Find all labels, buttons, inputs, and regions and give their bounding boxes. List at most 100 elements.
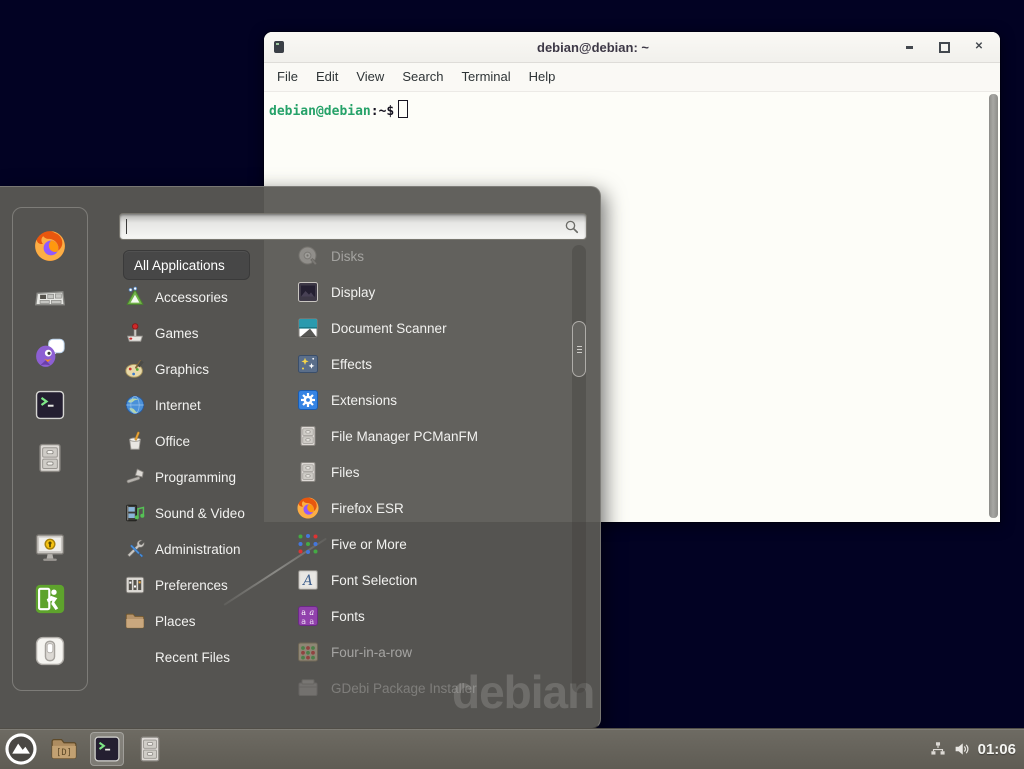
application-menu: debian All Applications AccessoriesGames… [0,186,601,729]
minimize-button[interactable] [902,40,916,54]
logout-icon [33,582,67,616]
firefox-icon [33,229,67,263]
accessories-icon [124,286,146,308]
taskbar-file-manager-pcmanfm-button[interactable]: [D] [47,732,81,766]
sidebar-shutdown-button[interactable] [33,634,67,668]
pidgin-icon [33,335,67,369]
category-internet[interactable]: Internet [118,387,280,423]
sidebar-log-out-button[interactable] [33,582,67,616]
taskbar-applications-menu-button[interactable] [4,732,38,766]
window-controls: ✕ [902,40,986,54]
taskbar-terminal-button[interactable] [90,732,124,766]
app-label: Files [331,465,360,480]
file-cabinet-icon [135,734,165,764]
sidebar-file-manager-button[interactable] [33,441,67,475]
administration-icon [124,538,146,560]
search-input[interactable] [120,215,563,238]
app-label: Document Scanner [331,321,447,336]
display-icon [296,280,320,304]
sidebar-pidgin-button[interactable] [33,335,67,369]
maximize-icon [939,42,950,53]
close-button[interactable]: ✕ [972,40,986,54]
category-label: Sound & Video [155,506,245,521]
app-extensions[interactable]: Extensions [288,382,568,418]
document-scanner-icon [296,316,320,340]
terminal-app-icon [92,734,122,764]
terminal-menu-edit[interactable]: Edit [307,63,347,91]
svg-text:A: A [301,573,313,589]
four-in-a-row-icon [296,640,320,664]
taskbar: [D] 01:06 [0,728,1024,769]
svg-text:a: a [301,617,306,626]
category-label: Internet [155,398,201,413]
terminal-titlebar[interactable]: debian@debian: ~ ✕ [264,32,1000,63]
app-fonts[interactable]: aaaaFonts [288,598,568,634]
extensions-icon [296,388,320,412]
category-office[interactable]: Office [118,423,280,459]
category-label: Programming [155,470,236,485]
maximize-button[interactable] [937,40,951,54]
sidebar-firefox-button[interactable] [33,229,67,263]
app-gdebi-package-installer[interactable]: GDebi Package Installer [288,670,568,705]
disks-icon [296,244,320,268]
category-programming[interactable]: Programming [118,459,280,495]
app-label: Effects [331,357,372,372]
app-disks[interactable]: Disks [288,238,568,274]
close-icon: ✕ [975,42,983,52]
taskbar-files-button[interactable] [133,732,167,766]
category-label: Places [155,614,196,629]
category-preferences[interactable]: Preferences [118,567,280,603]
app-label: Font Selection [331,573,417,588]
app-document-scanner[interactable]: Document Scanner [288,310,568,346]
category-recent-files[interactable]: Recent Files [118,639,280,675]
office-icon [124,430,146,452]
category-label: Games [155,326,199,341]
sidebar-terminal-button[interactable] [33,388,67,422]
terminal-scrollbar[interactable] [989,94,998,518]
app-effects[interactable]: Effects [288,346,568,382]
terminal-menu-help[interactable]: Help [520,63,565,91]
app-font-selection[interactable]: A Font Selection [288,562,568,598]
category-graphics[interactable]: Graphics [118,351,280,387]
app-label: File Manager PCManFM [331,429,478,444]
search-bar[interactable] [119,213,587,240]
minimize-icon [906,46,913,49]
sidebar-main-menu-editor-button[interactable] [33,282,67,316]
app-list-scrollbar[interactable] [572,245,586,693]
terminal-menu-terminal[interactable]: Terminal [453,63,520,91]
category-label: Graphics [155,362,209,377]
app-five-or-more[interactable]: Five or More [288,526,568,562]
app-label: Five or More [331,537,407,552]
app-files[interactable]: Files [288,454,568,490]
terminal-app-icon [33,388,67,422]
category-places[interactable]: Places [118,603,280,639]
svg-text:a: a [309,608,314,617]
prompt-suffix: :~$ [371,104,394,119]
taskbar-folder-icon: [D] [49,734,79,764]
file-cabinet-icon [33,441,67,475]
all-applications-button[interactable]: All Applications [123,250,250,280]
app-four-in-a-row[interactable]: Four-in-a-row [288,634,568,670]
app-display[interactable]: Display [288,274,568,310]
app-list-scrollbar-thumb[interactable] [572,321,586,377]
app-file-manager-pcmanfm[interactable]: File Manager PCManFM [288,418,568,454]
sidebar-lock-screen-button[interactable] [33,530,67,564]
taskbar-clock[interactable]: 01:06 [978,741,1016,758]
tray-network-icon[interactable] [929,740,947,758]
category-accessories[interactable]: Accessories [118,279,280,315]
app-firefox-esr[interactable]: Firefox ESR [288,490,568,526]
category-administration[interactable]: Administration [118,531,280,567]
terminal-title: debian@debian: ~ [284,40,902,55]
terminal-menu-view[interactable]: View [347,63,393,91]
terminal-menu-file[interactable]: File [268,63,307,91]
terminal-menu-search[interactable]: Search [393,63,452,91]
category-sound-video[interactable]: Sound & Video [118,495,280,531]
search-icon [563,218,581,236]
firefox-icon [296,496,320,520]
gdebi-icon [296,676,320,700]
shutdown-icon [33,634,67,668]
app-label: Display [331,285,375,300]
category-games[interactable]: Games [118,315,280,351]
tray-volume-icon[interactable] [953,740,971,758]
svg-text:[D]: [D] [56,748,72,758]
